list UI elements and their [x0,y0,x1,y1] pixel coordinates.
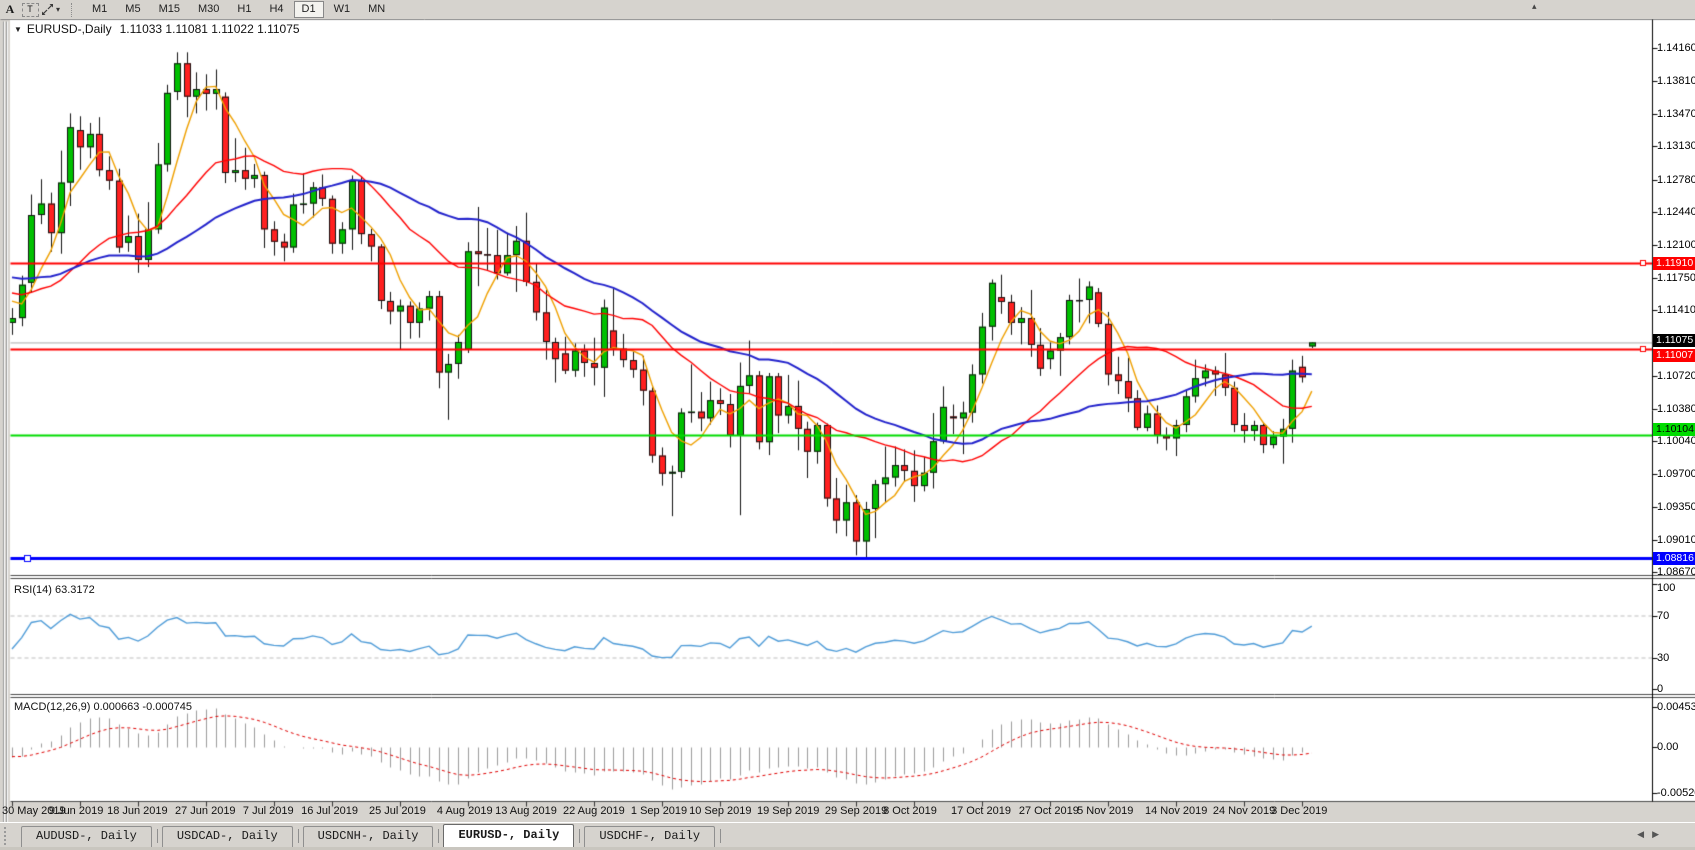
arrange-tool-button[interactable]: ▾ [41,2,60,17]
arrange-icon [41,3,54,16]
timeframe-button-m30[interactable]: M30 [190,1,227,18]
text-box-tool-button[interactable]: T [21,2,39,17]
current-price-tag: 1.11075 [1653,334,1695,347]
time-axis-label: 1 Sep 2019 [631,805,687,817]
price-axis-tick: 1.14160 [1657,42,1695,54]
price-axis-tick: 1.10040 [1657,435,1695,447]
chevron-down-icon: ▾ [56,5,60,14]
time-axis-label: 13 Aug 2019 [495,805,557,817]
time-axis-label: 9 Jun 2019 [49,805,103,817]
hline-price-tag: 1.08816 [1653,552,1695,565]
macd-axis-tick: -0.005205 [1657,787,1695,799]
rsi-axis-tick: 0 [1657,683,1663,695]
time-axis-label: 16 Jul 2019 [301,805,358,817]
rsi-label: RSI(14) 63.3172 [14,584,95,596]
price-axis-tick: 1.13470 [1657,108,1695,120]
text-box-icon: T [22,3,39,17]
collapse-icon[interactable]: ▼ [14,25,22,34]
ohlc-quote: 1.11033 1.11081 1.11022 1.11075 [120,22,300,36]
macd-axis-tick: 0.00 [1657,741,1678,753]
price-axis-tick: 1.10380 [1657,403,1695,415]
hline-price-tag: 1.10104 [1653,423,1695,436]
price-axis-tick: 1.11750 [1657,272,1695,284]
rsi-axis-tick: 30 [1657,652,1669,664]
tab-divider [298,829,299,843]
price-axis-tick: 1.12440 [1657,206,1695,218]
tab-divider [438,829,439,843]
price-axis-tick: 1.13130 [1657,140,1695,152]
chart-tab-bar: AUDUSD-, Daily USDCAD-, Daily USDCNH-, Dai… [0,822,1695,847]
price-axis-tick: 1.08670 [1657,566,1695,578]
time-axis-label: 19 Sep 2019 [757,805,819,817]
price-axis-tick: 1.10720 [1657,370,1695,382]
scroll-left-icon[interactable]: ◀ [1637,829,1652,839]
price-axis-tick: 1.12780 [1657,174,1695,186]
tabbar-grip [4,827,15,845]
timeframe-button-mn[interactable]: MN [360,1,393,18]
time-axis-label: 8 Oct 2019 [883,805,937,817]
time-axis-label: 4 Aug 2019 [437,805,493,817]
price-axis-tick: 1.09010 [1657,534,1695,546]
tab-divider [157,829,158,843]
time-axis-label: 27 Jun 2019 [175,805,236,817]
price-axis-tick: 1.11410 [1657,304,1695,316]
tab-divider [720,829,721,843]
time-axis-label: 3 Dec 2019 [1271,805,1327,817]
time-axis-label: 18 Jun 2019 [107,805,168,817]
tab-scroll-nav: ◀▶ [1637,829,1667,840]
time-axis-label: 7 Jul 2019 [243,805,294,817]
time-axis-label: 10 Sep 2019 [689,805,751,817]
timeframe-group: M1M5M15M30H1H4D1W1MN [83,1,394,18]
chart-tab-usdchf[interactable]: USDCHF-, Daily [584,826,715,847]
toolbar-separator [71,3,76,17]
toolbar: A T ▾ M1M5M15M30H1H4D1W1MN ▴ [0,0,1695,19]
timeframe-button-w1[interactable]: W1 [326,1,359,18]
rsi-axis-tick: 100 [1657,582,1675,594]
chart-tab-usdcad[interactable]: USDCAD-, Daily [162,826,293,847]
scroll-right-icon[interactable]: ▶ [1652,829,1667,839]
hline-price-tag: 1.11910 [1653,257,1695,270]
chart-tab-audusd[interactable]: AUDUSD-, Daily [21,826,152,847]
time-axis-label: 29 Sep 2019 [825,805,887,817]
time-axis-label: 17 Oct 2019 [951,805,1011,817]
label-tool-button[interactable]: A [1,2,19,17]
macd-axis-tick: 0.004536 [1657,701,1695,713]
time-axis-label: 24 Nov 2019 [1213,805,1275,817]
chart-title: ▼ EURUSD-,Daily 1.11033 1.11081 1.11022 1.… [14,22,300,36]
timeframe-button-d1[interactable]: D1 [294,1,324,18]
tab-divider [579,829,580,843]
timeframe-button-m5[interactable]: M5 [117,1,148,18]
price-axis-tick: 1.13810 [1657,75,1695,87]
chart-canvas[interactable] [0,0,1695,850]
time-axis-label: 25 Jul 2019 [369,805,426,817]
chart-tab-eurusd[interactable]: EURUSD-, Daily [443,824,574,847]
timeframe-button-h4[interactable]: H4 [261,1,291,18]
time-axis-label: 22 Aug 2019 [563,805,625,817]
rsi-axis-tick: 70 [1657,610,1669,622]
toolbar-overflow-icon[interactable]: ▴ [1532,1,1537,12]
price-axis-tick: 1.09700 [1657,468,1695,480]
time-axis-label: 14 Nov 2019 [1145,805,1207,817]
timeframe-button-m1[interactable]: M1 [84,1,115,18]
price-axis-tick: 1.12100 [1657,239,1695,251]
timeframe-button-h1[interactable]: H1 [229,1,259,18]
chart-tab-usdcnh[interactable]: USDCNH-, Daily [303,826,434,847]
hline-price-tag: 1.11007 [1653,349,1695,362]
time-axis-label: 27 Oct 2019 [1019,805,1079,817]
symbol-label: EURUSD-,Daily [27,22,112,36]
macd-label: MACD(12,26,9) 0.000663 -0.000745 [14,701,192,713]
timeframe-button-m15[interactable]: M15 [151,1,188,18]
time-axis-label: 5 Nov 2019 [1077,805,1133,817]
price-axis-tick: 1.09350 [1657,501,1695,513]
